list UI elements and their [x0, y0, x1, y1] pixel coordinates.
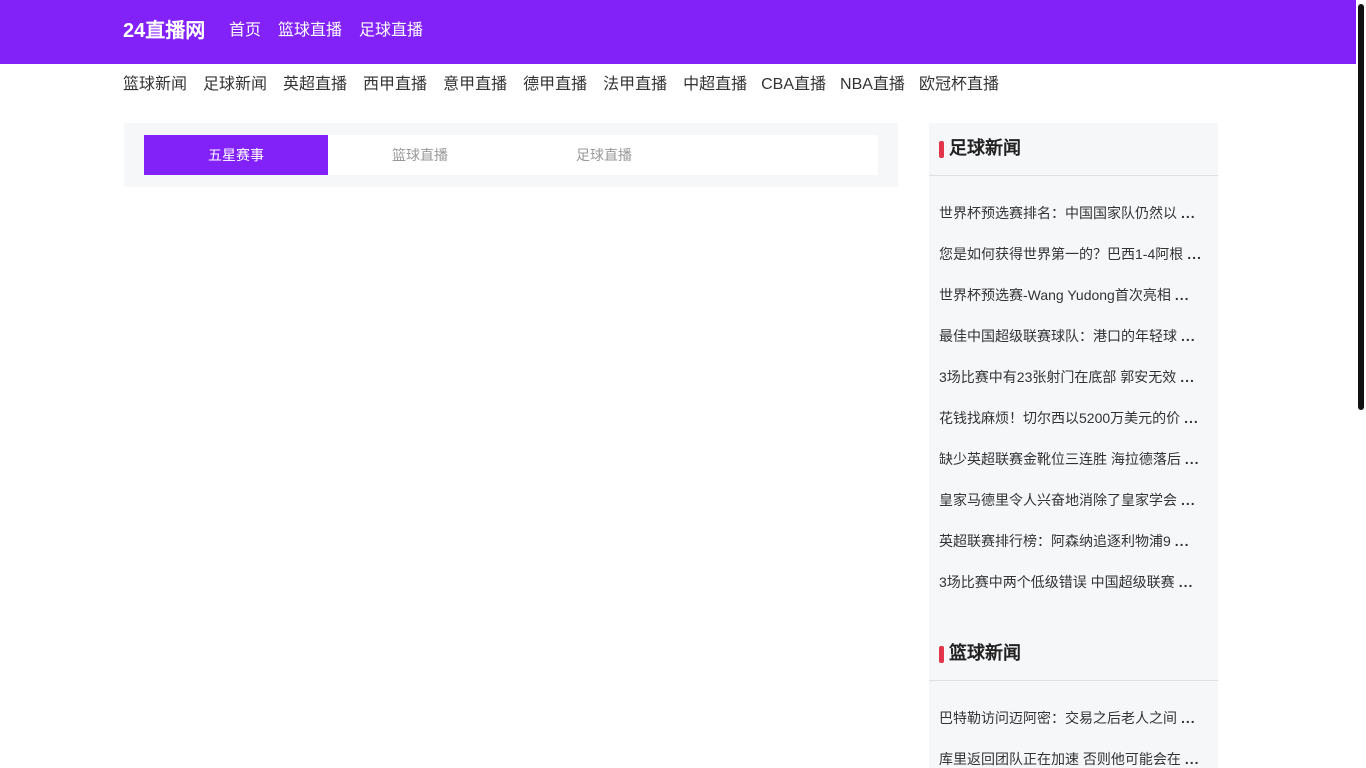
nav-link-home[interactable]: 首页 — [229, 21, 261, 41]
nav-link-football-live[interactable]: 足球直播 — [359, 21, 423, 41]
category-link[interactable]: 西甲直播 — [363, 75, 427, 95]
ellipsis: ... — [1181, 492, 1196, 508]
ellipsis: ... — [1178, 574, 1194, 590]
category-link[interactable]: 德甲直播 — [523, 75, 587, 95]
news-title[interactable]: 缺少英超联赛金靴位三连胜 海拉德落后 — [939, 451, 1181, 467]
tab-basketball-live[interactable]: 篮球直播 — [328, 135, 512, 175]
news-title[interactable]: 英超联赛排行榜：阿森纳追逐利物浦9 — [939, 533, 1171, 549]
basketball-news-header: 篮球新闻 — [929, 628, 1218, 681]
news-item[interactable]: 世界杯预选赛排名：中国国家队仍然以... — [929, 193, 1218, 234]
ellipsis: ... — [1180, 369, 1195, 385]
section-title: 篮球新闻 — [949, 643, 1021, 663]
section-title: 足球新闻 — [949, 138, 1021, 158]
news-item[interactable]: 库里返回团队正在加速 否则他可能会在... — [929, 739, 1218, 768]
page-scrollbar[interactable] — [1356, 0, 1366, 768]
ellipsis: ... — [1174, 287, 1190, 303]
ellipsis: ... — [1181, 710, 1196, 726]
ellipsis: ... — [1181, 328, 1196, 344]
news-title[interactable]: 巴特勒访问迈阿密：交易之后老人之间 — [939, 710, 1177, 726]
ellipsis: ... — [1181, 205, 1196, 221]
news-title[interactable]: 花钱找麻烦！切尔西以5200万美元的价 — [939, 410, 1180, 426]
category-link[interactable]: 意甲直播 — [443, 75, 507, 95]
news-item[interactable]: 英超联赛排行榜：阿森纳追逐利物浦9... — [929, 521, 1218, 562]
news-item[interactable]: 花钱找麻烦！切尔西以5200万美元的价... — [929, 398, 1218, 439]
nav-link-basketball-live[interactable]: 篮球直播 — [278, 21, 342, 41]
news-title[interactable]: 您是如何获得世界第一的？巴西1-4阿根 — [939, 246, 1183, 262]
category-nav: 篮球新闻 足球新闻 英超直播 西甲直播 意甲直播 德甲直播 法甲直播 中超直播 … — [123, 75, 1015, 95]
category-link[interactable]: 欧冠杯直播 — [919, 75, 999, 95]
ellipsis: ... — [1184, 451, 1200, 467]
category-link[interactable]: 法甲直播 — [603, 75, 667, 95]
category-link[interactable]: 足球新闻 — [203, 75, 267, 95]
section-accent-bar — [939, 141, 944, 158]
news-title[interactable]: 皇家马德里令人兴奋地消除了皇家学会 — [939, 492, 1177, 508]
news-title[interactable]: 世界杯预选赛-Wang Yudong首次亮相 — [939, 287, 1171, 303]
news-title[interactable]: 库里返回团队正在加速 否则他可能会在 — [939, 751, 1181, 767]
top-nav: 首页 篮球直播 足球直播 — [229, 21, 440, 41]
ellipsis: ... — [1174, 533, 1190, 549]
category-link[interactable]: 中超直播 — [683, 75, 747, 95]
category-link[interactable]: 英超直播 — [283, 75, 347, 95]
category-link[interactable]: CBA直播 — [761, 75, 826, 95]
news-title[interactable]: 3场比赛中两个低级错误 中国超级联赛 — [939, 574, 1175, 590]
site-logo[interactable]: 24直播网 — [123, 19, 205, 43]
category-link[interactable]: 篮球新闻 — [123, 75, 187, 95]
top-header: 24直播网 首页 篮球直播 足球直播 — [0, 0, 1356, 64]
ellipsis: ... — [1187, 246, 1202, 262]
match-panel: 五星赛事 篮球直播 足球直播 — [124, 123, 898, 187]
news-sidebar: 足球新闻 世界杯预选赛排名：中国国家队仍然以... 您是如何获得世界第一的？巴西… — [929, 123, 1218, 768]
ellipsis: ... — [1184, 751, 1200, 767]
news-item[interactable]: 巴特勒访问迈阿密：交易之后老人之间... — [929, 698, 1218, 739]
ellipsis: ... — [1184, 410, 1199, 426]
football-news-list: 世界杯预选赛排名：中国国家队仍然以... 您是如何获得世界第一的？巴西1-4阿根… — [929, 176, 1218, 611]
news-title[interactable]: 3场比赛中有23张射门在底部 郭安无效 — [939, 369, 1176, 385]
news-title[interactable]: 世界杯预选赛排名：中国国家队仍然以 — [939, 205, 1177, 221]
tab-five-star[interactable]: 五星赛事 — [144, 135, 328, 175]
football-news-header: 足球新闻 — [929, 123, 1218, 176]
category-link[interactable]: NBA直播 — [840, 75, 905, 95]
news-item[interactable]: 您是如何获得世界第一的？巴西1-4阿根... — [929, 234, 1218, 275]
news-item[interactable]: 缺少英超联赛金靴位三连胜 海拉德落后... — [929, 439, 1218, 480]
news-item[interactable]: 最佳中国超级联赛球队：港口的年轻球... — [929, 316, 1218, 357]
basketball-news-list: 巴特勒访问迈阿密：交易之后老人之间... 库里返回团队正在加速 否则他可能会在.… — [929, 681, 1218, 768]
scrollbar-thumb[interactable] — [1358, 4, 1364, 410]
news-item[interactable]: 3场比赛中有23张射门在底部 郭安无效... — [929, 357, 1218, 398]
news-item[interactable]: 3场比赛中两个低级错误 中国超级联赛... — [929, 562, 1218, 603]
section-accent-bar — [939, 646, 944, 663]
news-item[interactable]: 世界杯预选赛-Wang Yudong首次亮相... — [929, 275, 1218, 316]
tab-football-live[interactable]: 足球直播 — [512, 135, 696, 175]
news-item[interactable]: 皇家马德里令人兴奋地消除了皇家学会... — [929, 480, 1218, 521]
news-title[interactable]: 最佳中国超级联赛球队：港口的年轻球 — [939, 328, 1177, 344]
match-tabs: 五星赛事 篮球直播 足球直播 — [144, 135, 878, 175]
